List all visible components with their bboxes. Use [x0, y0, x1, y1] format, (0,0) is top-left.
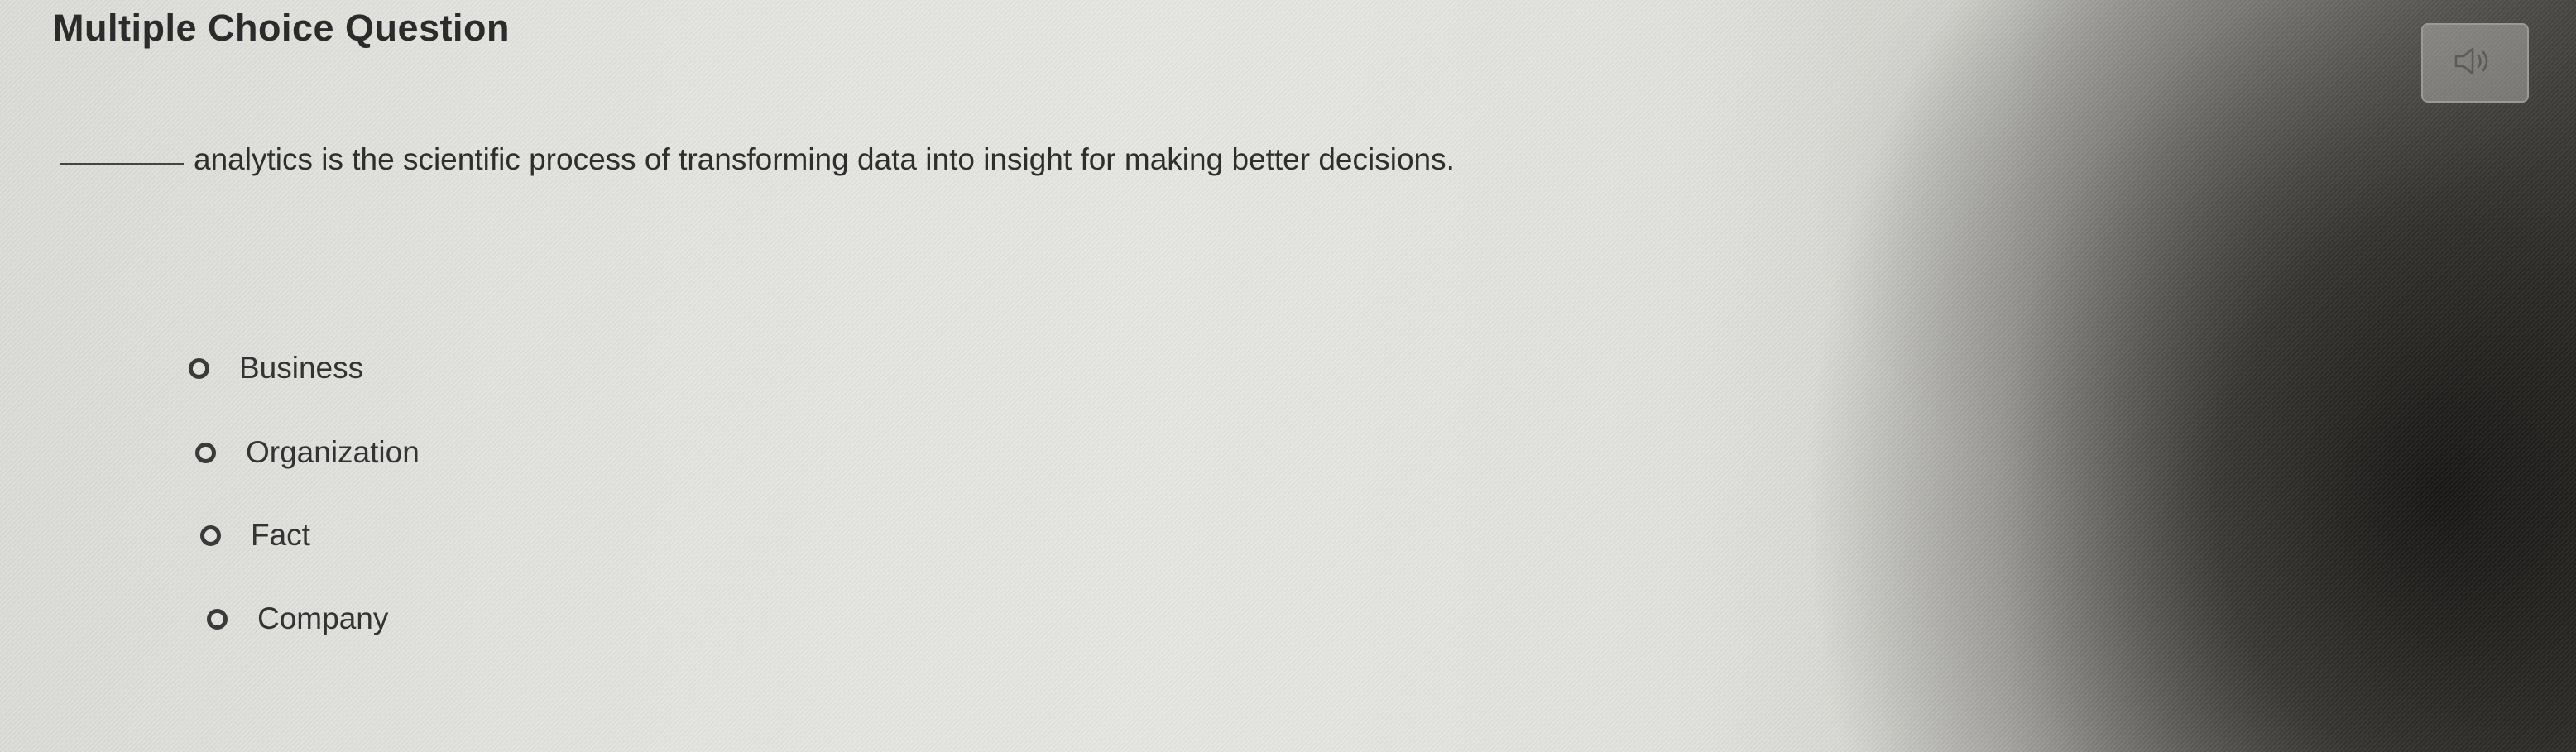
option-label: Company	[257, 601, 389, 635]
question-text: analytics is the scientific process of t…	[194, 142, 1455, 176]
option-label: Organization	[246, 435, 420, 469]
question-prompt: analytics is the scientific process of t…	[60, 142, 1455, 177]
option-business[interactable]: Business	[189, 351, 363, 386]
radio-button[interactable]	[207, 608, 228, 630]
radio-button[interactable]	[195, 442, 216, 463]
read-aloud-button[interactable]	[2421, 23, 2529, 103]
page-title: Multiple Choice Question	[53, 7, 511, 49]
option-company[interactable]: Company	[207, 601, 388, 636]
option-label: Fact	[251, 518, 310, 552]
speaker-icon	[2453, 45, 2497, 82]
option-label: Business	[239, 351, 364, 385]
option-organization[interactable]: Organization	[195, 435, 420, 470]
radio-button[interactable]	[189, 357, 209, 379]
background-texture	[0, 0, 2576, 752]
radio-button[interactable]	[200, 524, 221, 546]
option-fact[interactable]: Fact	[200, 518, 310, 553]
answer-blank	[60, 162, 184, 165]
